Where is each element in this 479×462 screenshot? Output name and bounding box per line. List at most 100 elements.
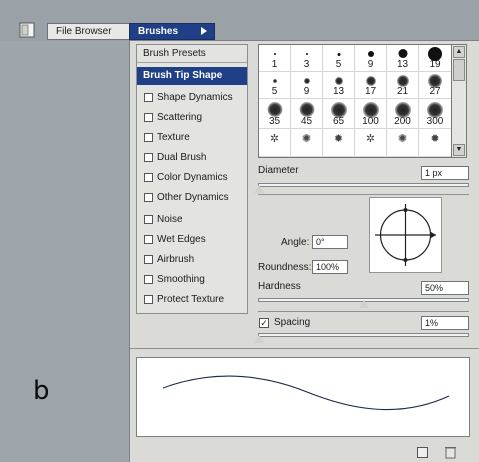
crosshair-compass-icon [375, 204, 436, 266]
brush-preset-35[interactable]: 35 [259, 99, 291, 129]
stroke-preview-curve [162, 375, 450, 411]
brush-size-label: 21 [396, 86, 409, 97]
brush-size-label: 9 [303, 86, 310, 97]
panel-menu-arrow-icon[interactable] [201, 27, 207, 35]
protect-texture-checkbox[interactable] [144, 295, 153, 304]
noise-checkbox[interactable] [144, 215, 153, 224]
spacing-slider[interactable] [258, 333, 469, 337]
diameter-slider[interactable] [258, 183, 469, 187]
brush-size-label: 19 [429, 59, 441, 70]
brush-preset-5[interactable]: 5 [323, 45, 355, 72]
divider [130, 348, 479, 349]
diameter-label: Diameter [258, 165, 299, 176]
brush-preset-soft-17[interactable]: 17 [355, 72, 387, 99]
brush-preset-9[interactable]: 9 [355, 45, 387, 72]
brush-preset-soft-9[interactable]: 9 [291, 72, 323, 99]
brush-tip-shape-item[interactable]: Brush Tip Shape [137, 67, 247, 85]
diameter-field[interactable]: 1 px [421, 166, 469, 180]
hardness-slider-thumb[interactable] [358, 300, 369, 308]
option-smoothing[interactable]: Smoothing [137, 271, 247, 289]
option-airbrush[interactable]: Airbrush [137, 251, 247, 269]
scattering-checkbox[interactable] [144, 113, 153, 122]
brush-preset-13[interactable]: 13 [387, 45, 419, 72]
option-color-dynamics[interactable]: Color Dynamics [137, 169, 247, 187]
option-texture[interactable]: Texture [137, 129, 247, 147]
angle-field[interactable]: 0° [312, 235, 348, 249]
dual-brush-checkbox[interactable] [144, 153, 153, 162]
scroll-up-icon[interactable]: ▲ [453, 46, 465, 58]
brush-preset-1[interactable]: 1 [259, 45, 291, 72]
tab-brushes[interactable]: Brushes [129, 23, 215, 40]
shape-dynamics-label: Shape Dynamics [157, 92, 233, 103]
other-dynamics-checkbox[interactable] [144, 193, 153, 202]
brush-size-label: 27 [429, 86, 441, 97]
brush-preset-3[interactable]: 3 [291, 45, 323, 72]
smoothing-checkbox[interactable] [144, 275, 153, 284]
brush-preset-texture[interactable]: ✲ [355, 129, 387, 157]
option-dual-brush[interactable]: Dual Brush [137, 149, 247, 167]
brush-size-label: 5 [271, 86, 278, 97]
brush-preset-grid: 1 3 5 9 13 19 5 9 13 17 21 27 35 45 65 1… [258, 44, 452, 158]
texture-checkbox[interactable] [144, 133, 153, 142]
brush-preset-300[interactable]: 300 [419, 99, 451, 129]
brush-preset-texture[interactable]: ✹ [419, 129, 451, 157]
roundness-label: Roundness: [258, 262, 312, 273]
brush-preset-200[interactable]: 200 [387, 99, 419, 129]
brush-size-label: 300 [426, 116, 444, 127]
brush-preset-45[interactable]: 45 [291, 99, 323, 129]
diameter-slider-thumb[interactable] [254, 185, 264, 193]
brush-preset-19[interactable]: 19 [419, 45, 451, 72]
brush-preset-soft-27[interactable]: 27 [419, 72, 451, 99]
scroll-down-icon[interactable]: ▼ [453, 144, 465, 156]
brush-size-label: 9 [367, 59, 374, 70]
brush-size-label: 3 [303, 59, 310, 70]
tab-file-browser[interactable]: File Browser [47, 23, 129, 40]
brush-preset-texture[interactable]: ✹ [323, 129, 355, 157]
brush-tip-icon [398, 49, 407, 58]
option-other-dynamics[interactable]: Other Dynamics [137, 189, 247, 207]
brush-preset-soft-13[interactable]: 13 [323, 72, 355, 99]
brush-tip-icon [305, 53, 308, 55]
brush-preset-100[interactable]: 100 [355, 99, 387, 129]
wet-edges-checkbox[interactable] [144, 235, 153, 244]
scattering-label: Scattering [157, 112, 203, 123]
brush-tip-icon [337, 53, 340, 56]
airbrush-checkbox[interactable] [144, 255, 153, 264]
option-shape-dynamics[interactable]: Shape Dynamics [137, 89, 247, 107]
option-protect-texture[interactable]: Protect Texture [137, 291, 247, 309]
brush-preset-texture[interactable]: ✺ [387, 129, 419, 157]
brush-preset-soft-5[interactable]: 5 [259, 72, 291, 99]
spacing-slider-thumb[interactable] [254, 335, 264, 343]
spacing-checkbox[interactable]: ✓ [259, 318, 269, 328]
option-noise[interactable]: Noise [137, 211, 247, 229]
color-dynamics-checkbox[interactable] [144, 173, 153, 182]
wet-edges-label: Wet Edges [157, 234, 206, 245]
soft-brush-tip-icon [267, 102, 282, 117]
brush-preset-soft-21[interactable]: 21 [387, 72, 419, 99]
document-icon[interactable] [18, 21, 36, 39]
brush-options-list: Brush Presets Brush Tip Shape Shape Dyna… [136, 44, 248, 314]
splatter-brush-icon: ✹ [333, 133, 344, 145]
roundness-field[interactable]: 100% [312, 260, 348, 274]
new-brush-icon[interactable] [417, 447, 428, 458]
spacing-label: Spacing [274, 317, 311, 328]
hardness-field[interactable]: 50% [421, 281, 469, 295]
angle-roundness-widget[interactable] [369, 197, 442, 273]
noise-label: Noise [157, 214, 183, 225]
other-dynamics-label: Other Dynamics [157, 192, 229, 203]
spacing-field[interactable]: 1% [421, 316, 469, 330]
option-wet-edges[interactable]: Wet Edges [137, 231, 247, 249]
brush-size-label: 45 [300, 116, 313, 127]
shape-dynamics-checkbox[interactable] [144, 93, 153, 102]
scrollbar-thumb[interactable] [453, 59, 465, 81]
brush-presets-item[interactable]: Brush Presets [137, 45, 247, 63]
brush-size-label: 200 [394, 116, 411, 127]
brush-grid-scrollbar[interactable]: ▲ ▼ [452, 44, 467, 158]
trash-icon[interactable] [444, 445, 457, 459]
brush-preset-texture[interactable]: ✺ [291, 129, 323, 157]
divider [258, 311, 469, 312]
splatter-brush-icon: ✺ [397, 133, 408, 145]
option-scattering[interactable]: Scattering [137, 109, 247, 127]
brush-preset-texture[interactable]: ✲ [259, 129, 291, 157]
brush-preset-65[interactable]: 65 [323, 99, 355, 129]
